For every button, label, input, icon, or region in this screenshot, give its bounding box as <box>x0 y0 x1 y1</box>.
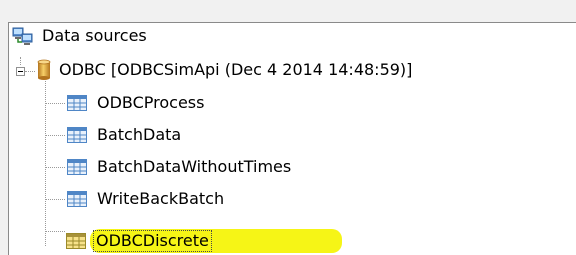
data-source-tree[interactable]: Data sources ODBC [ODBCSimApi (Dec 4 201… <box>8 22 576 255</box>
table-icon <box>67 159 87 175</box>
app-canvas: Data sources ODBC [ODBCSimApi (Dec 4 201… <box>0 0 576 255</box>
collapse-toggle[interactable] <box>16 67 25 76</box>
tree-node-label: WriteBackBatch <box>97 189 225 208</box>
tree-line-child-2 <box>45 135 65 136</box>
tree-node-label: Data sources <box>42 26 147 45</box>
tree-node-label: ODBC [ODBCSimApi (Dec 4 2014 14:48:59)] <box>59 60 413 79</box>
network-computers-icon <box>12 26 34 46</box>
tree-node-label: ODBCProcess <box>97 93 205 112</box>
tree-line-child-3 <box>45 167 65 168</box>
tree-node-table[interactable]: BatchDataWithoutTimes <box>67 156 291 178</box>
tree-line-child-1 <box>45 103 65 104</box>
tree-node-label: ODBCDiscrete <box>93 230 212 252</box>
tree-line-child-4 <box>45 199 65 200</box>
tree-line-children <box>45 81 46 246</box>
table-icon <box>67 191 87 207</box>
tree-line-root <box>20 57 21 65</box>
tree-node-connection[interactable]: ODBC [ODBCSimApi (Dec 4 2014 14:48:59)] <box>35 59 412 81</box>
table-icon <box>67 127 87 143</box>
tree-node-table[interactable]: WriteBackBatch <box>67 188 224 210</box>
tree-line-connection <box>25 71 35 72</box>
tree-node-table[interactable]: BatchData <box>67 124 181 146</box>
tree-node-table-selected[interactable]: ODBCDiscrete <box>66 230 212 252</box>
tree-node-table[interactable]: ODBCProcess <box>67 92 204 114</box>
tree-line-child-5 <box>45 231 65 232</box>
tree-node-label: BatchData <box>97 125 182 144</box>
tree-node-label: BatchDataWithoutTimes <box>97 157 292 176</box>
database-cylinder-icon <box>35 59 53 81</box>
tree-node-root[interactable]: Data sources <box>12 25 147 47</box>
table-icon <box>66 233 86 249</box>
table-icon <box>67 95 87 111</box>
